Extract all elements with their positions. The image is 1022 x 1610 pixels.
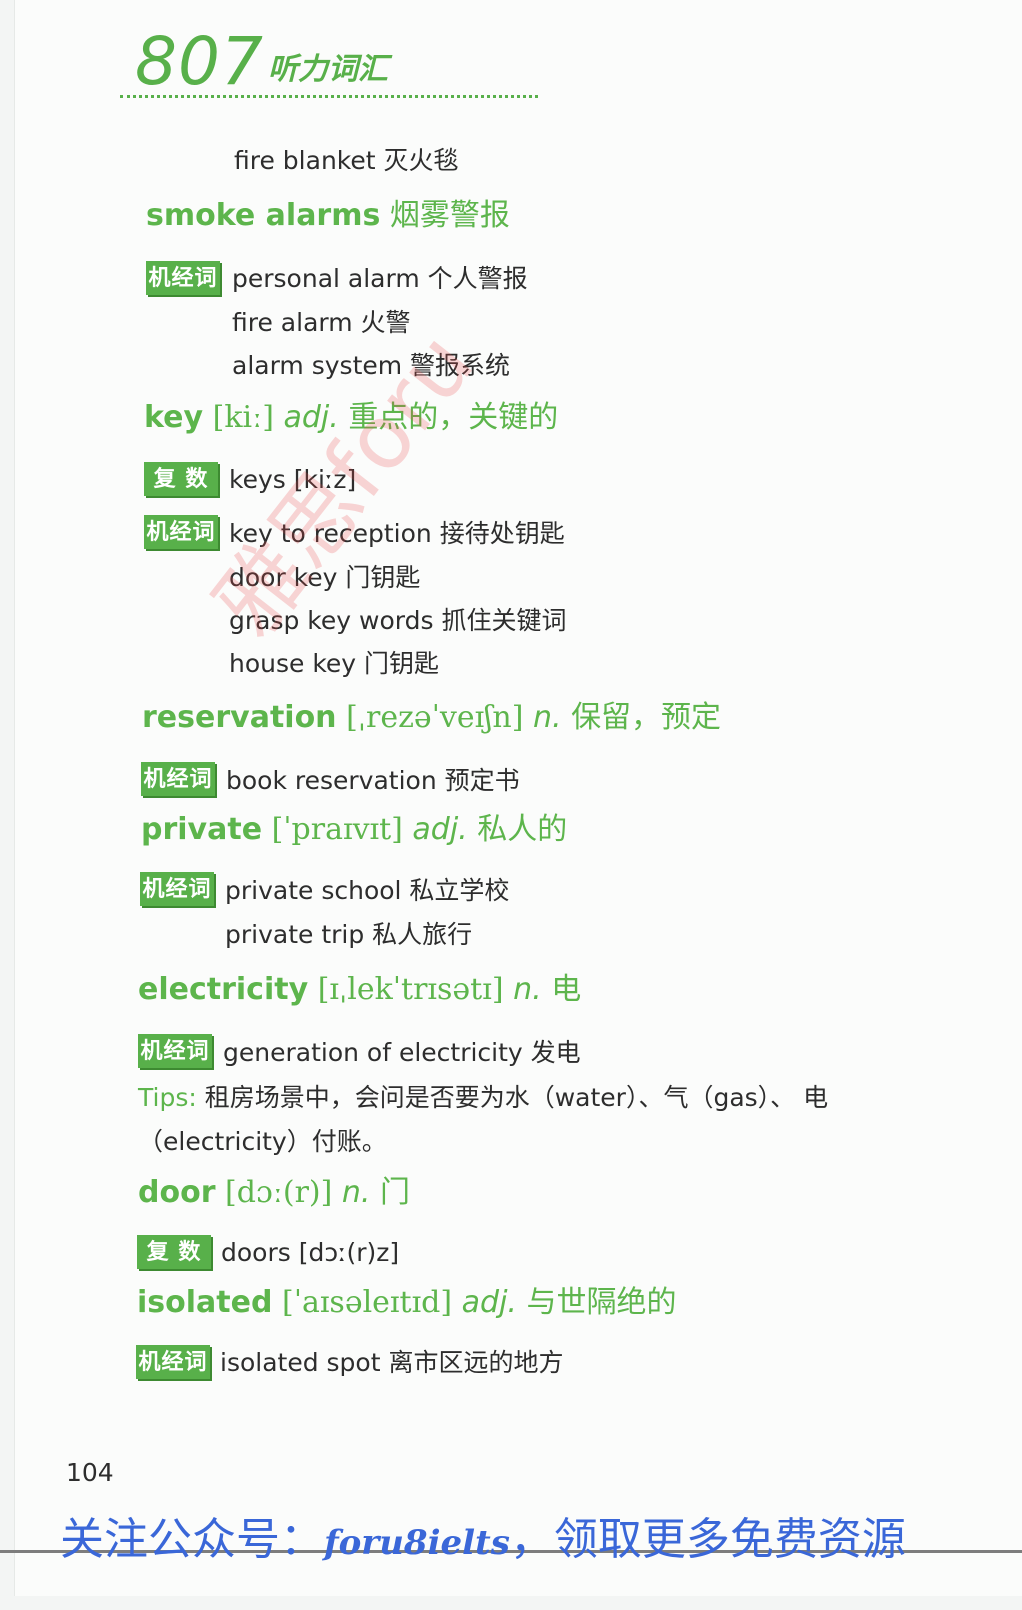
headword-phonetic: [kiː]	[212, 400, 274, 435]
headword-phonetic: [ˈaɪsəleɪtɪd]	[282, 1285, 453, 1320]
sub-item: personal alarm 个人警报	[232, 264, 528, 293]
footer-promo: 关注公众号：foru8ielts，领取更多免费资源	[60, 1510, 906, 1573]
headword-text: key	[144, 400, 204, 435]
sub-item: private school 私立学校	[225, 876, 510, 905]
footer-suffix: ，领取更多免费资源	[509, 1514, 906, 1565]
sub-item: book reservation 预定书	[226, 766, 520, 795]
plural-tag: 复 数	[144, 462, 218, 496]
headword-meaning: 门	[379, 1175, 410, 1210]
headword-pos: adj.	[412, 812, 468, 847]
headword-smoke-alarms: smoke alarms 烟雾警报	[146, 198, 510, 234]
tips-line-1: Tips: 租房场景中，会问是否要为水（water）、气（gas）、 电	[138, 1082, 828, 1113]
headword-text: reservation	[142, 700, 337, 735]
collocation-tag: 机经词汇	[138, 1034, 212, 1068]
headword-meaning: 与世隔绝的	[526, 1285, 677, 1320]
tips-label: Tips:	[138, 1083, 197, 1112]
headword-text: door	[138, 1175, 216, 1210]
header-dotted-rule	[120, 95, 538, 98]
collocation-tag: 机经词汇	[141, 762, 215, 796]
collocation-tag: 机经词汇	[140, 872, 214, 906]
sub-item: isolated spot 离市区远的地方	[220, 1348, 564, 1377]
headword-pos: n.	[513, 972, 542, 1007]
headword-isolated: isolated [ˈaɪsəleɪtɪd] adj. 与世隔绝的	[137, 1285, 677, 1321]
headword-meaning: 私人的	[477, 812, 568, 847]
headword-text: private	[141, 812, 263, 847]
header-title: 听力词汇	[268, 52, 388, 87]
footer-prefix: 关注公众号：	[60, 1514, 324, 1565]
plural-tag: 复 数	[137, 1235, 211, 1269]
collocation-tag: 机经词汇	[146, 261, 220, 295]
headword-meaning: 保留，预定	[571, 700, 722, 735]
tips-line-2: （electricity）付账。	[138, 1127, 387, 1156]
headword-text: isolated	[137, 1285, 273, 1320]
headword-door: door [dɔː(r)] n. 门	[138, 1175, 410, 1211]
headword-meaning: 电	[551, 972, 582, 1007]
headword-phonetic: [ˌrezəˈveɪʃn]	[346, 700, 524, 735]
headword-phonetic: [ɪˌlekˈtrɪsətɪ]	[317, 972, 504, 1007]
headword-text: electricity	[138, 972, 309, 1007]
headword-phonetic: [dɔː(r)]	[225, 1175, 333, 1210]
headword-text: smoke alarms	[146, 198, 381, 233]
headword-electricity: electricity [ɪˌlekˈtrɪsətɪ] n. 电	[138, 972, 581, 1008]
sub-item: house key 门钥匙	[229, 649, 440, 678]
headword-phonetic: [ˈpraɪvɪt]	[271, 812, 403, 847]
page-number: 104	[66, 1458, 114, 1487]
page-header: 807 听力词汇	[120, 22, 540, 102]
sub-item-fire-blanket: fire blanket 灭火毯	[234, 146, 459, 175]
headword-meaning: 烟雾警报	[389, 198, 510, 233]
header-number: 807	[135, 23, 264, 100]
collocation-tag: 机经词汇	[136, 1345, 210, 1379]
headword-pos: n.	[532, 700, 562, 735]
footer-account: foru8ielts	[324, 1523, 510, 1563]
plural-form: doors [dɔː(r)z]	[221, 1238, 400, 1267]
sub-item: private trip 私人旅行	[225, 920, 473, 949]
sub-item: generation of electricity 发电	[223, 1038, 581, 1067]
headword-pos: adj.	[461, 1285, 517, 1320]
headword-reservation: reservation [ˌrezəˈveɪʃn] n. 保留，预定	[142, 700, 721, 736]
headword-private: private [ˈpraɪvɪt] adj. 私人的	[141, 812, 567, 848]
headword-pos: n.	[341, 1175, 371, 1210]
tips-text: 租房场景中，会问是否要为水（water）、气（gas）、 电	[204, 1083, 829, 1112]
